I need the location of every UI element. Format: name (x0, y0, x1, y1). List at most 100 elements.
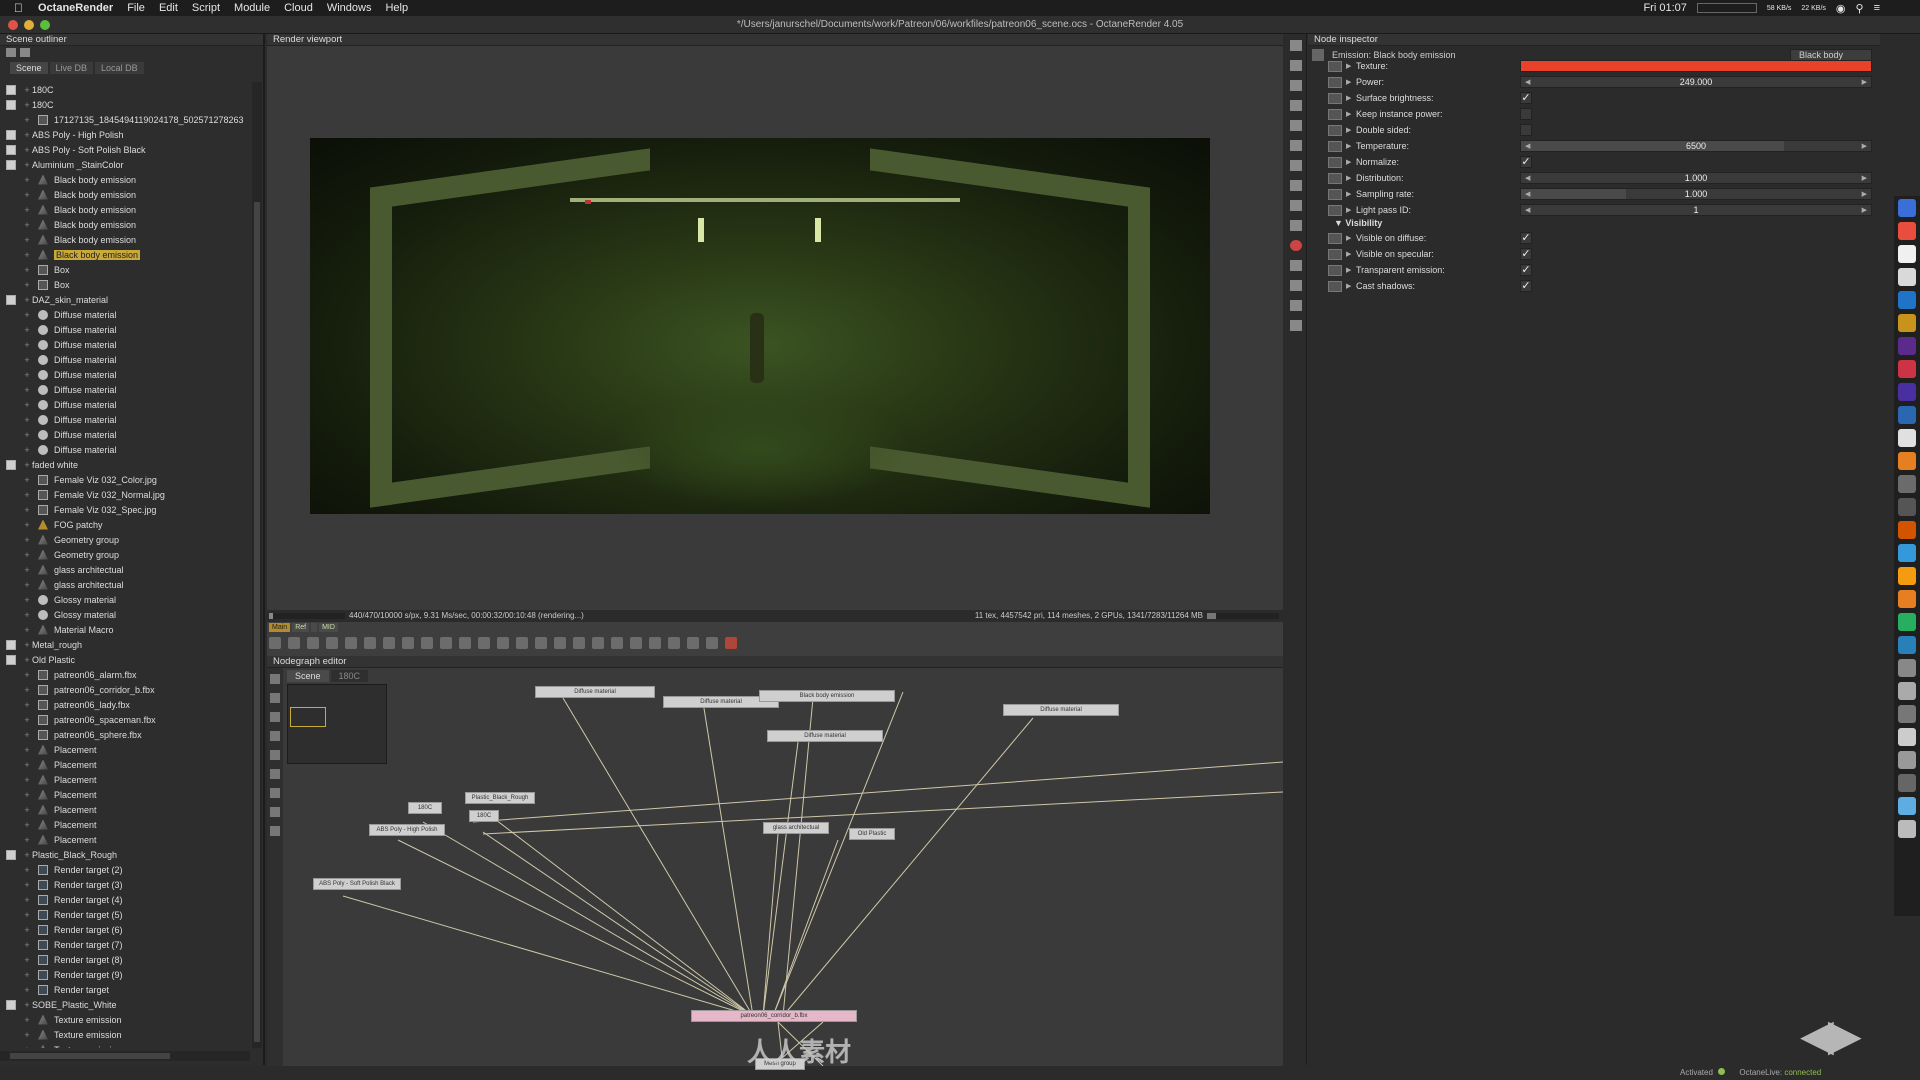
tool-icon[interactable] (1290, 300, 1302, 311)
expand-arrow-icon[interactable]: ▶ (1346, 282, 1356, 290)
expand-icon[interactable]: + (22, 895, 32, 905)
outliner-item[interactable]: + Placement (0, 757, 252, 772)
outliner-item[interactable]: + Female Viz 032_Normal.jpg (0, 487, 252, 502)
outliner-item[interactable]: + Placement (0, 832, 252, 847)
param-type-icon[interactable] (1328, 204, 1342, 216)
param-type-icon[interactable] (1328, 264, 1342, 276)
node-plastic-black-rough[interactable]: Plastic_Black_Rough (465, 792, 535, 804)
increment-arrow-icon[interactable]: ▶ (1862, 141, 1867, 152)
decrement-arrow-icon[interactable]: ◀ (1525, 77, 1530, 88)
expand-icon[interactable]: + (22, 430, 32, 440)
tool-icon[interactable] (1290, 280, 1302, 291)
outliner-scrollbar[interactable] (252, 82, 262, 1048)
decrement-arrow-icon[interactable]: ◀ (1525, 189, 1530, 200)
tool-icon[interactable] (1290, 40, 1302, 51)
scale-icon[interactable] (706, 637, 718, 649)
node-tool-icon[interactable] (270, 769, 280, 779)
folder-icon[interactable] (1898, 797, 1916, 815)
expand-icon[interactable]: + (22, 850, 32, 860)
outliner-item[interactable]: + Diffuse material (0, 322, 252, 337)
scrollbar-thumb[interactable] (254, 202, 260, 1042)
expand-icon[interactable]: + (22, 475, 32, 485)
outliner-item[interactable]: + Black body emission (0, 247, 252, 262)
expand-icon[interactable]: + (22, 610, 32, 620)
decrement-arrow-icon[interactable]: ◀ (1525, 205, 1530, 216)
increment-arrow-icon[interactable]: ▶ (1862, 173, 1867, 184)
param-type-icon[interactable] (1328, 188, 1342, 200)
visibility-checkbox[interactable]: ✓ (1520, 248, 1532, 260)
expand-icon[interactable]: + (22, 790, 32, 800)
expand-icon[interactable]: + (22, 880, 32, 890)
photoshop-icon[interactable] (1898, 291, 1916, 309)
outliner-item[interactable]: + Black body emission (0, 202, 252, 217)
render-region-icon[interactable] (611, 637, 623, 649)
outliner-item[interactable]: + Black body emission (0, 172, 252, 187)
blender-icon[interactable] (1898, 521, 1916, 539)
recenter-icon[interactable] (269, 637, 281, 649)
indesign-icon[interactable] (1898, 360, 1916, 378)
node-tool-icon[interactable] (270, 712, 280, 722)
expand-icon[interactable]: + (22, 145, 32, 155)
outliner-item[interactable]: + ABS Poly - Soft Polish Black (0, 142, 252, 157)
stop-render-icon[interactable] (326, 637, 338, 649)
expand-arrow-icon[interactable]: ▶ (1346, 94, 1356, 102)
app-icon[interactable] (1898, 705, 1916, 723)
expand-icon[interactable]: + (22, 745, 32, 755)
param-type-icon[interactable] (1328, 92, 1342, 104)
outliner-item[interactable]: + patreon06_lady.fbx (0, 697, 252, 712)
param-slider[interactable]: ◀ 6500 ▶ (1520, 140, 1872, 152)
expand-icon[interactable]: + (22, 580, 32, 590)
axis-icon[interactable] (725, 637, 737, 649)
outliner-item[interactable]: + SOBE_Plastic_White (0, 997, 252, 1012)
outliner-item[interactable]: + Diffuse material (0, 367, 252, 382)
expand-arrow-icon[interactable]: ▶ (1346, 206, 1356, 214)
expand-arrow-icon[interactable]: ▶ (1346, 190, 1356, 198)
tool-icon[interactable] (1290, 260, 1302, 271)
outliner-item[interactable]: + Glossy material (0, 607, 252, 622)
param-type-icon[interactable] (1328, 76, 1342, 88)
scrollbar-thumb[interactable] (10, 1053, 170, 1059)
expand-icon[interactable]: + (22, 925, 32, 935)
outliner-item[interactable]: + Placement (0, 802, 252, 817)
expand-icon[interactable]: + (22, 160, 32, 170)
node-180c[interactable]: 180C (408, 802, 442, 814)
increment-arrow-icon[interactable]: ▶ (1862, 205, 1867, 216)
zoom-window-icon[interactable] (40, 20, 50, 30)
increment-arrow-icon[interactable]: ▶ (1862, 189, 1867, 200)
skype-icon[interactable] (1898, 636, 1916, 654)
material-picker-icon[interactable] (554, 637, 566, 649)
node-180c[interactable]: 180C (469, 810, 499, 822)
menu-windows[interactable]: Windows (327, 2, 372, 14)
outliner-item[interactable]: + Diffuse material (0, 337, 252, 352)
node-abs-poly-high-polish[interactable]: ABS Poly - High Polish (369, 824, 445, 836)
sphere-icon[interactable] (307, 637, 319, 649)
expand-icon[interactable]: + (22, 550, 32, 560)
node-tool-icon[interactable] (270, 750, 280, 760)
lock-icon[interactable] (421, 637, 433, 649)
expand-icon[interactable]: + (22, 385, 32, 395)
expand-icon[interactable]: + (22, 220, 32, 230)
search-icon[interactable]: ⚲ (1856, 2, 1864, 15)
outliner-hscrollbar[interactable] (0, 1051, 250, 1061)
outliner-item[interactable]: + Material Macro (0, 622, 252, 637)
menu-script[interactable]: Script (192, 2, 220, 14)
outliner-item[interactable]: + Female Viz 032_Spec.jpg (0, 502, 252, 517)
expand-icon[interactable]: + (22, 535, 32, 545)
expand-icon[interactable]: + (22, 940, 32, 950)
expand-icon[interactable]: + (22, 775, 32, 785)
outliner-tool-icon[interactable] (6, 48, 16, 57)
expand-arrow-icon[interactable]: ▶ (1346, 110, 1356, 118)
node-tool-icon[interactable] (270, 826, 280, 836)
expand-icon[interactable]: + (22, 250, 32, 260)
expand-icon[interactable]: + (22, 490, 32, 500)
param-checkbox[interactable]: ✓ (1520, 92, 1532, 104)
outliner-item[interactable]: + Placement (0, 817, 252, 832)
outliner-item[interactable]: + Female Viz 032_Color.jpg (0, 472, 252, 487)
tool-icon[interactable] (1290, 220, 1302, 231)
outliner-item[interactable]: + Box (0, 262, 252, 277)
expand-arrow-icon[interactable]: ▶ (1346, 234, 1356, 242)
expand-icon[interactable]: + (22, 85, 32, 95)
finder-icon[interactable] (1898, 199, 1916, 217)
expand-icon[interactable]: + (22, 205, 32, 215)
clay-mode-icon[interactable] (440, 637, 452, 649)
